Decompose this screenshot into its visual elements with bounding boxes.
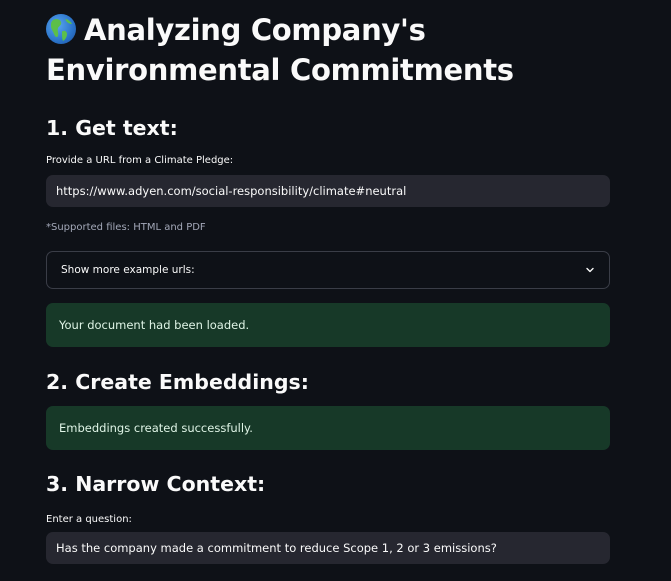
page-title-line2: Environmental Commitments bbox=[46, 53, 514, 87]
page-title: Analyzing Company's Environmental Commit… bbox=[46, 10, 610, 90]
embeddings-created-alert: Embeddings created successfully. bbox=[46, 406, 610, 450]
step3-heading: 3. Narrow Context: bbox=[46, 472, 266, 496]
step2-heading: 2. Create Embeddings: bbox=[46, 370, 309, 394]
expander-label: Show more example urls: bbox=[61, 264, 195, 276]
step1-heading: 1. Get text: bbox=[46, 116, 178, 140]
main-content: Analyzing Company's Environmental Commit… bbox=[46, 0, 610, 564]
globe-americas-icon bbox=[46, 14, 76, 44]
url-field-label: Provide a URL from a Climate Pledge: bbox=[46, 155, 234, 166]
chevron-down-icon[interactable] bbox=[585, 265, 595, 275]
example-urls-expander[interactable]: Show more example urls: bbox=[46, 251, 610, 289]
question-field-label: Enter a question: bbox=[46, 514, 132, 525]
document-loaded-alert: Your document had been loaded. bbox=[46, 303, 610, 347]
url-input[interactable]: https://www.adyen.com/social-responsibil… bbox=[46, 175, 610, 207]
page-title-line1: Analyzing Company's bbox=[84, 13, 426, 47]
supported-files-caption: *Supported files: HTML and PDF bbox=[46, 222, 206, 233]
question-input[interactable]: Has the company made a commitment to red… bbox=[46, 532, 610, 564]
